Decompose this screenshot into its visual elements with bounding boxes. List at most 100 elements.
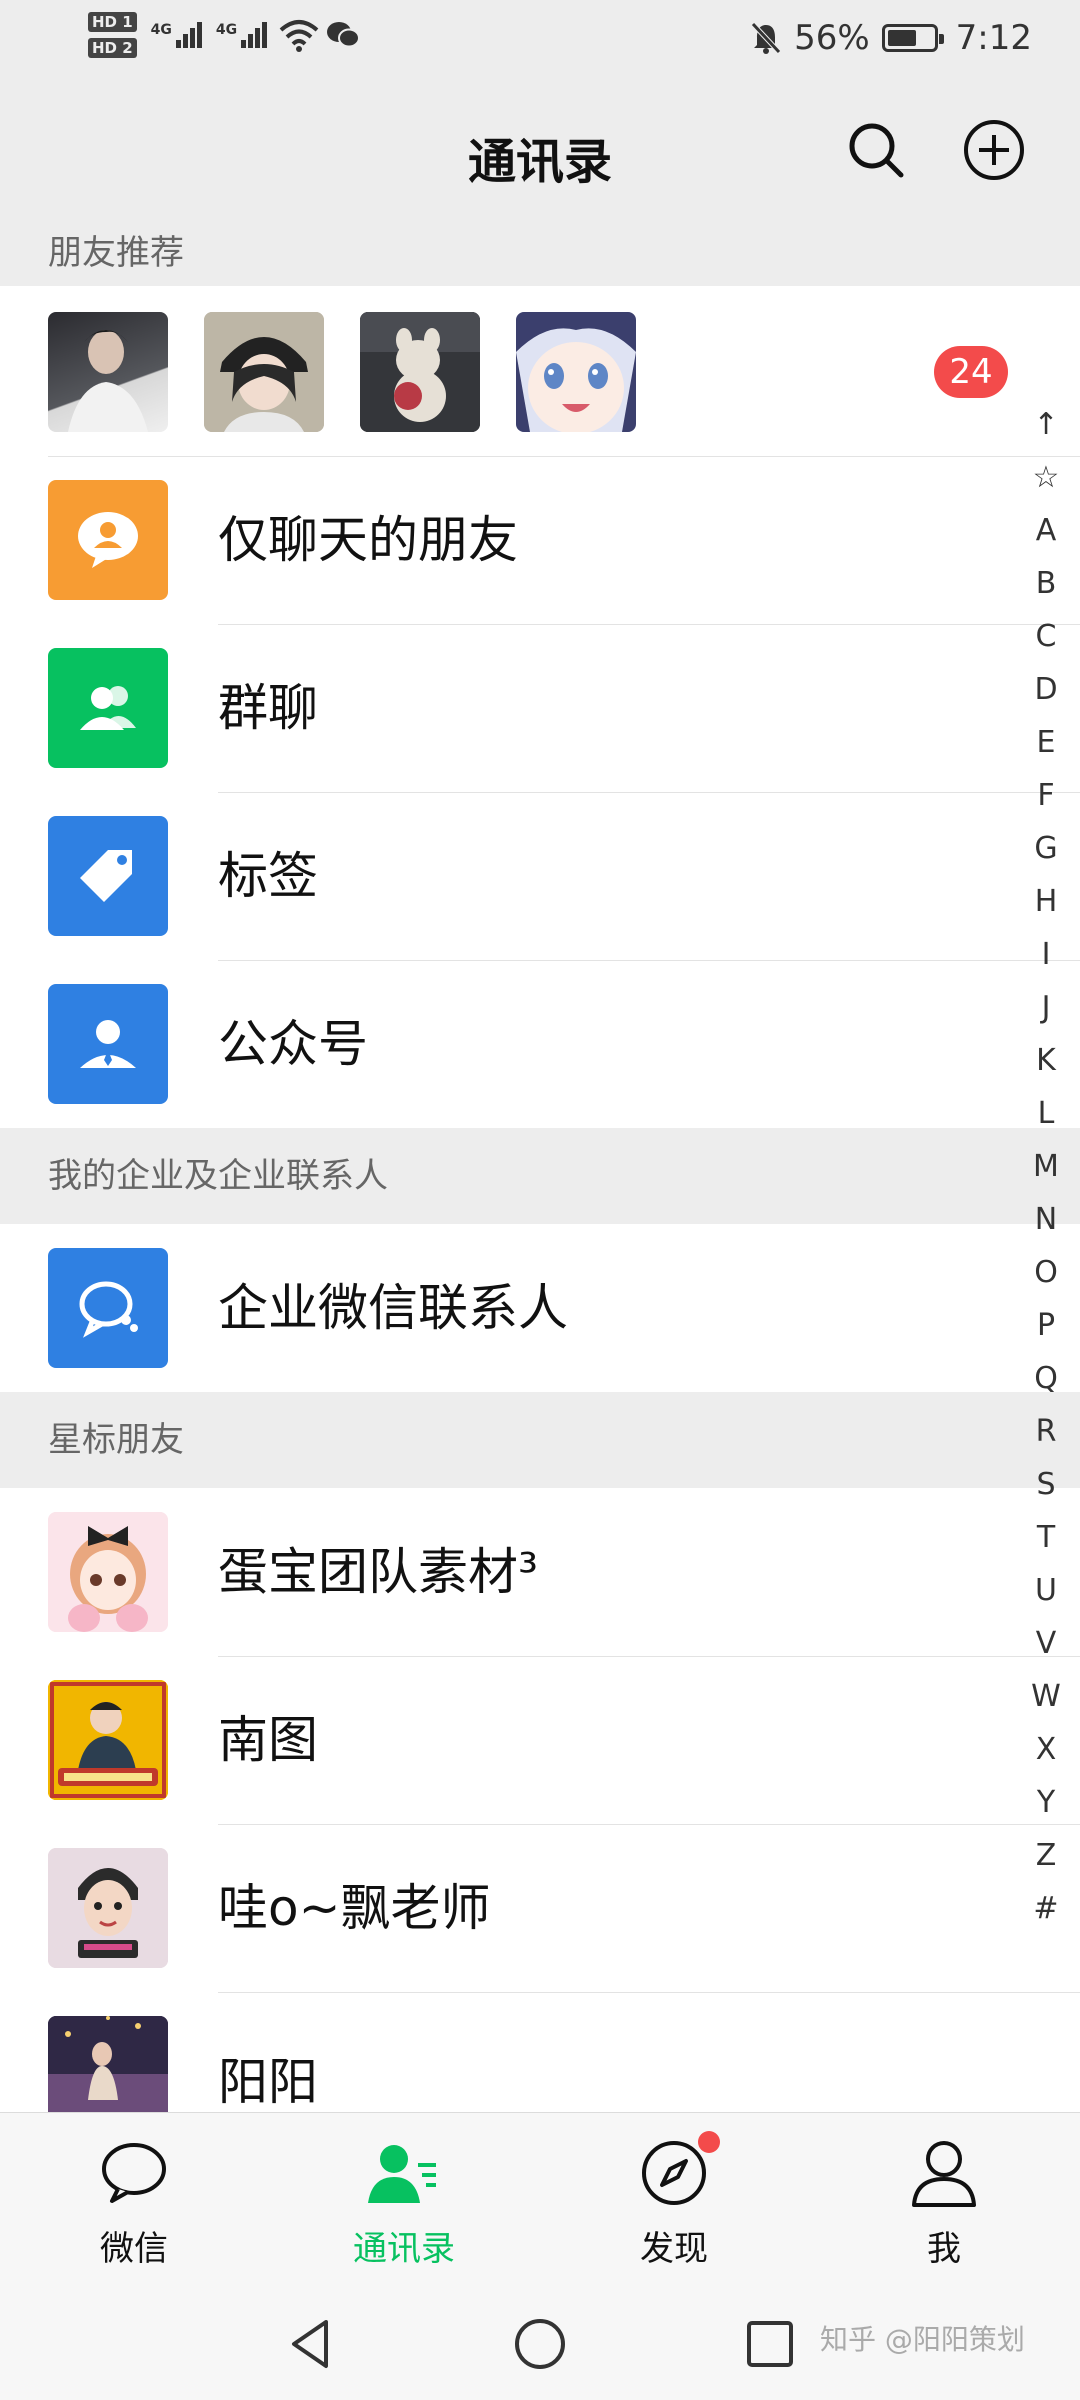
contact-row[interactable]: 蛋宝团队素材³ (0, 1488, 1040, 1656)
contact-row[interactable]: 哇o~飘老师 (0, 1824, 1040, 1992)
nav-home-button[interactable] (510, 2314, 570, 2374)
index-letter[interactable]: X (1036, 1723, 1057, 1776)
section-title-enterprise: 我的企业及企业联系人 (0, 1128, 1080, 1224)
tab-label: 通讯录 (353, 2229, 455, 2269)
index-letter[interactable]: W (1031, 1670, 1061, 1723)
contact-row[interactable]: 阳阳 (0, 1992, 1040, 2112)
index-letter[interactable]: E (1037, 716, 1056, 769)
contact-avatar (48, 1680, 168, 1800)
battery-icon (881, 24, 944, 52)
menu-official-accounts[interactable]: 公众号 (0, 960, 1040, 1128)
page-title: 通讯录 (467, 134, 612, 190)
nav-back-button[interactable] (280, 2314, 340, 2374)
index-letter[interactable]: H (1035, 875, 1058, 928)
status-left: HD 1 HD 2 4G 4G (88, 12, 361, 58)
watermark: 知乎 @阳阳策划 (820, 2323, 1025, 2356)
top-bar: 通讯录 (0, 80, 1080, 220)
index-letter[interactable]: F (1037, 769, 1054, 822)
chat-only-friend-icon (48, 480, 168, 600)
nav-recents-button[interactable] (740, 2314, 800, 2374)
status-right: 56% 7:12 (750, 18, 1032, 58)
index-letter[interactable]: C (1036, 610, 1057, 663)
profile-icon (912, 2141, 976, 2207)
index-letter[interactable]: Y (1037, 1776, 1055, 1829)
section-title-starred: 星标朋友 (0, 1392, 1080, 1488)
contact-avatar (48, 1848, 168, 1968)
mute-bell-icon (751, 22, 781, 54)
network1-label: 4G (150, 22, 172, 38)
add-button[interactable] (962, 118, 1026, 182)
tab-contacts[interactable]: 通讯录 (304, 2113, 504, 2287)
contact-name: 南图 (218, 1711, 318, 1769)
contact-name: 哇o~飘老师 (218, 1879, 491, 1937)
sim1-label: HD 1 (88, 12, 137, 32)
index-letter[interactable]: B (1036, 557, 1057, 610)
contacts-icon (368, 2145, 436, 2203)
index-letter[interactable]: K (1036, 1034, 1056, 1087)
index-letter[interactable]: I (1042, 928, 1051, 981)
recommended-avatar[interactable] (360, 312, 480, 432)
discover-notification-dot (698, 2131, 720, 2153)
index-letter[interactable]: D (1034, 663, 1057, 716)
section-title-recommend: 朋友推荐 (0, 220, 1080, 286)
network2-label: 4G (215, 22, 238, 38)
wifi-icon (279, 20, 319, 52)
menu-label: 仅聊天的朋友 (218, 511, 518, 569)
index-letter[interactable]: # (1033, 1882, 1058, 1935)
battery-percent: 56% (794, 18, 870, 58)
tag-icon (48, 816, 168, 936)
search-button[interactable] (844, 118, 908, 182)
menu-label: 标签 (218, 847, 318, 905)
recommended-avatar[interactable] (516, 312, 636, 432)
portrait-image (204, 312, 324, 432)
tab-label: 发现 (640, 2229, 708, 2269)
index-letter[interactable]: P (1037, 1299, 1055, 1352)
index-letter[interactable]: L (1038, 1087, 1055, 1140)
menu-label: 企业微信联系人 (218, 1279, 568, 1337)
index-letter[interactable]: ↑ (1033, 398, 1058, 451)
index-letter[interactable]: M (1033, 1140, 1059, 1193)
clock: 7:12 (955, 18, 1032, 58)
tab-label: 微信 (100, 2229, 168, 2269)
menu-group-chats[interactable]: 群聊 (0, 624, 1040, 792)
recommended-avatar[interactable] (204, 312, 324, 432)
index-letter[interactable]: R (1036, 1405, 1057, 1458)
index-letter[interactable]: U (1035, 1564, 1057, 1617)
menu-tags[interactable]: 标签 (0, 792, 1040, 960)
group-chat-icon (48, 648, 168, 768)
chat-bubble-icon (102, 2143, 166, 2203)
index-letter[interactable]: J (1042, 981, 1051, 1034)
recommend-count-badge: 24 (934, 346, 1008, 398)
recommended-avatar[interactable] (48, 312, 168, 432)
index-letter[interactable]: Z (1036, 1829, 1057, 1882)
tab-label: 我 (927, 2229, 961, 2269)
tab-chats[interactable]: 微信 (34, 2113, 234, 2287)
index-letter[interactable]: A (1036, 504, 1057, 557)
status-bar: HD 1 HD 2 4G 4G 56% 7:12 (0, 0, 1080, 80)
contact-row[interactable]: 南图 (0, 1656, 1040, 1824)
alphabet-index-bar[interactable]: ↑ ☆ A B C D E F G H I J K L M N O P Q R S T U V W X Y Z # (1022, 398, 1070, 1935)
index-letter[interactable]: G (1034, 822, 1057, 875)
menu-label: 公众号 (218, 1015, 368, 1073)
index-letter[interactable]: Q (1034, 1352, 1058, 1405)
index-letter[interactable]: S (1036, 1458, 1055, 1511)
signal-icon: 4G (151, 22, 202, 48)
index-letter[interactable]: N (1035, 1193, 1057, 1246)
menu-chat-only-friends[interactable]: 仅聊天的朋友 (0, 456, 1040, 624)
index-letter[interactable]: O (1034, 1246, 1058, 1299)
tab-me[interactable]: 我 (844, 2113, 1044, 2287)
index-letter[interactable]: T (1037, 1511, 1055, 1564)
tab-discover[interactable]: 发现 (574, 2113, 774, 2287)
home-circle-icon (515, 2319, 565, 2369)
index-letter[interactable]: V (1036, 1617, 1057, 1670)
wechat-notify-icon (327, 22, 361, 48)
menu-label: 群聊 (218, 679, 318, 737)
contact-avatar (48, 2016, 168, 2112)
anime-girl-image (516, 312, 636, 432)
contact-name: 阳阳 (218, 2053, 318, 2111)
contact-name: 蛋宝团队素材³ (218, 1543, 539, 1601)
bottom-tab-bar: 微信 通讯录 发现 我 (0, 2112, 1080, 2286)
menu-wecom-contacts[interactable]: 企业微信联系人 (0, 1224, 1040, 1392)
index-letter[interactable]: ☆ (1033, 451, 1060, 504)
wecom-icon (48, 1248, 168, 1368)
